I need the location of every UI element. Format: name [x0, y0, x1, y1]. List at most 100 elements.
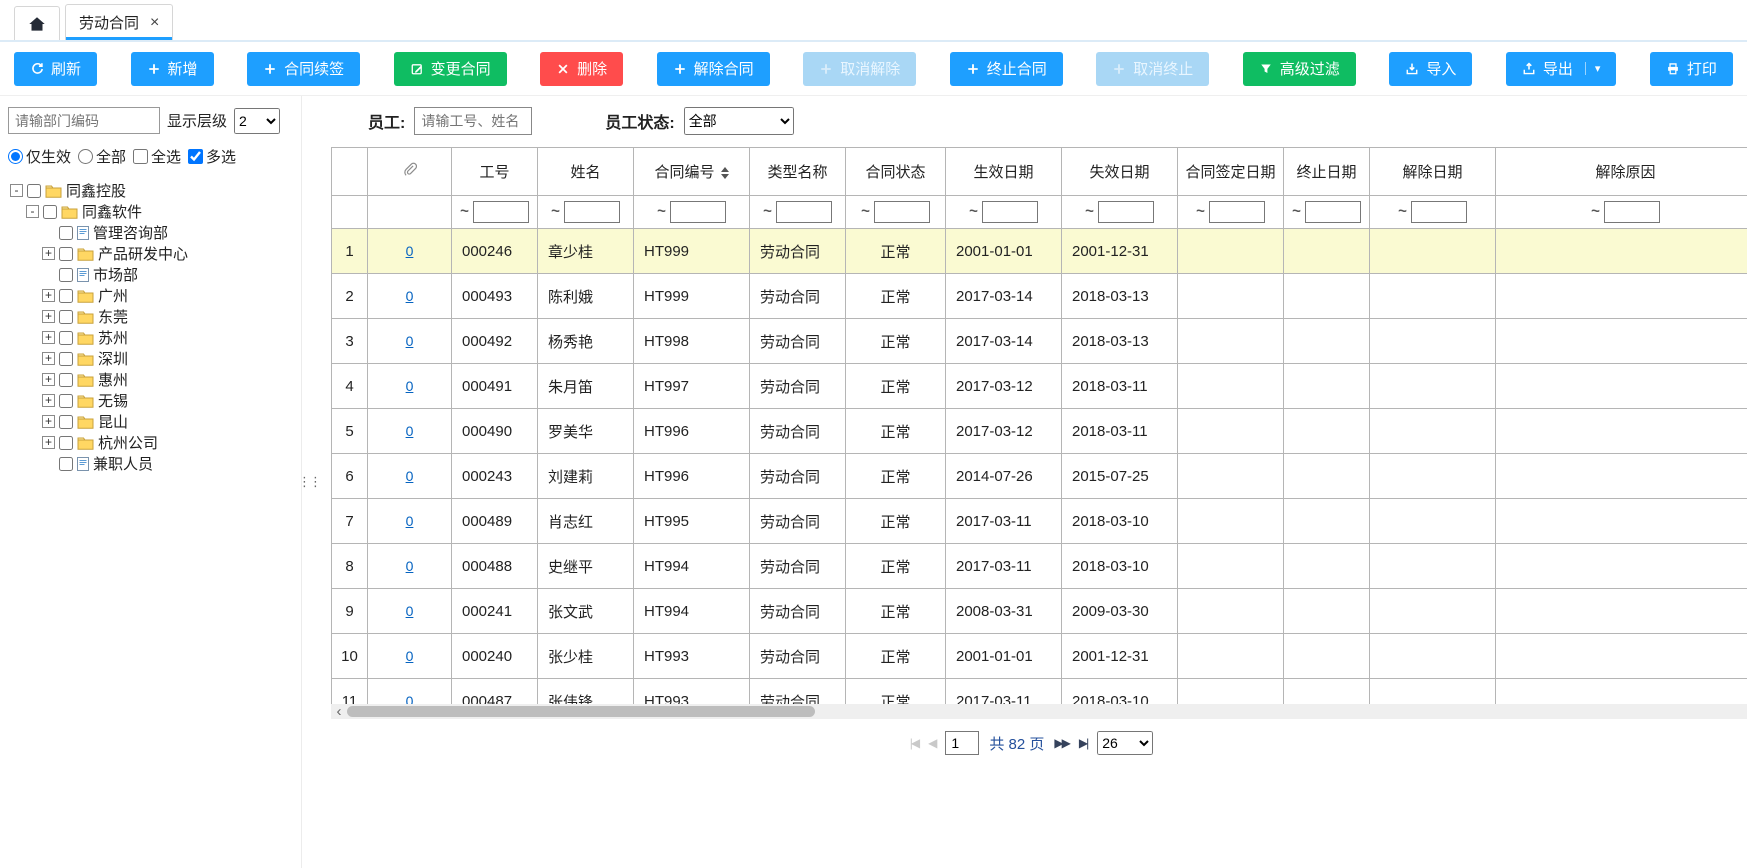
column-filter-input[interactable] — [670, 201, 726, 223]
tree-node[interactable]: -同鑫软件 — [10, 201, 295, 222]
column-filter-input[interactable] — [564, 201, 620, 223]
tab-labor-contract[interactable]: 劳动合同 × — [65, 4, 173, 40]
attachment-count-link[interactable]: 0 — [406, 333, 414, 349]
tree-node-checkbox[interactable] — [59, 373, 73, 387]
first-page-button[interactable]: |◀ — [910, 736, 918, 750]
sort-icon[interactable] — [721, 167, 729, 179]
tree-node-checkbox[interactable] — [59, 415, 73, 429]
table-row[interactable]: 10000246章少桂HT999劳动合同正常2001-01-012001-12-… — [332, 229, 1747, 274]
tree-node[interactable]: +杭州公司 — [10, 432, 295, 453]
tab-close-icon[interactable]: × — [150, 15, 159, 31]
all-radio[interactable] — [78, 149, 93, 164]
table-row[interactable]: 20000493陈利娥HT999劳动合同正常2017-03-142018-03-… — [332, 274, 1747, 319]
expand-icon[interactable]: + — [42, 394, 55, 407]
expand-icon[interactable]: + — [42, 373, 55, 386]
advanced-filter-button[interactable]: 高级过滤 — [1243, 52, 1356, 86]
tree-node[interactable]: +东莞 — [10, 306, 295, 327]
table-row[interactable]: 110000487张伟锋HT993劳动合同正常2017-03-112018-03… — [332, 679, 1747, 705]
renew-contract-button[interactable]: 合同续签 — [247, 52, 360, 86]
tree-node-checkbox[interactable] — [59, 457, 73, 471]
expand-icon[interactable]: + — [42, 331, 55, 344]
panel-splitter[interactable]: ⋮⋮ — [302, 96, 316, 868]
scrollbar-thumb[interactable] — [347, 706, 815, 717]
import-button[interactable]: 导入 — [1389, 52, 1472, 86]
expand-icon[interactable]: + — [42, 247, 55, 260]
expand-icon[interactable]: + — [42, 415, 55, 428]
tree-node-checkbox[interactable] — [43, 205, 57, 219]
attachment-count-link[interactable]: 0 — [406, 603, 414, 619]
tree-node-checkbox[interactable] — [59, 247, 73, 261]
tree-node-checkbox[interactable] — [59, 289, 73, 303]
column-filter-input[interactable] — [1098, 201, 1154, 223]
column-header-type[interactable]: 类型名称 — [750, 148, 846, 196]
column-header-sign-date[interactable]: 合同签定日期 — [1178, 148, 1284, 196]
terminate-contract-button[interactable]: 终止合同 — [950, 52, 1063, 86]
table-row[interactable]: 40000491朱月笛HT997劳动合同正常2017-03-122018-03-… — [332, 364, 1747, 409]
tree-node-checkbox[interactable] — [59, 226, 73, 240]
tree-node[interactable]: +苏州 — [10, 327, 295, 348]
attachment-count-link[interactable]: 0 — [406, 243, 414, 259]
column-filter-input[interactable] — [1604, 201, 1660, 223]
select-all-checkbox[interactable] — [133, 149, 148, 164]
tree-node-checkbox[interactable] — [59, 352, 73, 366]
tree-node-checkbox[interactable] — [59, 436, 73, 450]
tab-home[interactable] — [14, 6, 60, 40]
add-button[interactable]: 新增 — [131, 52, 214, 86]
column-filter-input[interactable] — [1305, 201, 1361, 223]
expand-icon[interactable]: + — [42, 352, 55, 365]
tree-node-checkbox[interactable] — [27, 184, 41, 198]
column-header-status[interactable]: 合同状态 — [846, 148, 946, 196]
horizontal-scrollbar[interactable]: ‹ — [331, 704, 1747, 719]
page-size-select[interactable]: 26 — [1097, 731, 1153, 755]
column-filter-input[interactable] — [776, 201, 832, 223]
refresh-button[interactable]: 刷新 — [14, 52, 97, 86]
prev-page-button[interactable]: ◀ — [928, 736, 935, 750]
tree-node[interactable]: -同鑫控股 — [10, 180, 295, 201]
tree-node[interactable]: +无锡 — [10, 390, 295, 411]
page-number-input[interactable] — [945, 731, 979, 755]
collapse-icon[interactable]: - — [26, 205, 39, 218]
tree-node-checkbox[interactable] — [59, 394, 73, 408]
attachment-count-link[interactable]: 0 — [406, 513, 414, 529]
employee-search-input[interactable] — [414, 107, 532, 135]
table-row[interactable]: 30000492杨秀艳HT998劳动合同正常2017-03-142018-03-… — [332, 319, 1747, 364]
column-filter-input[interactable] — [1411, 201, 1467, 223]
table-row[interactable]: 80000488史继平HT994劳动合同正常2017-03-112018-03-… — [332, 544, 1747, 589]
column-filter-input[interactable] — [874, 201, 930, 223]
table-row[interactable]: 70000489肖志红HT995劳动合同正常2017-03-112018-03-… — [332, 499, 1747, 544]
tree-node[interactable]: +深圳 — [10, 348, 295, 369]
column-filter-input[interactable] — [982, 201, 1038, 223]
column-header-contract-no[interactable]: 合同编号 — [634, 148, 750, 196]
column-header-terminate-date[interactable]: 终止日期 — [1284, 148, 1370, 196]
attachment-count-link[interactable]: 0 — [406, 693, 414, 705]
collapse-icon[interactable]: - — [10, 184, 23, 197]
tree-node[interactable]: +产品研发中心 — [10, 243, 295, 264]
multi-select-checkbox[interactable] — [188, 149, 203, 164]
scroll-left-icon[interactable]: ‹ — [331, 704, 347, 719]
column-header-start-date[interactable]: 生效日期 — [946, 148, 1062, 196]
expand-icon[interactable]: + — [42, 436, 55, 449]
release-contract-button[interactable]: 解除合同 — [657, 52, 770, 86]
print-button[interactable]: 打印 — [1650, 52, 1733, 86]
column-filter-input[interactable] — [1209, 201, 1265, 223]
tree-node[interactable]: 管理咨询部 — [10, 222, 295, 243]
table-row[interactable]: 90000241张文武HT994劳动合同正常2008-03-312009-03-… — [332, 589, 1747, 634]
delete-button[interactable]: 删除 — [540, 52, 623, 86]
tree-node-checkbox[interactable] — [59, 310, 73, 324]
column-header-release-reason[interactable]: 解除原因 — [1496, 148, 1747, 196]
table-row[interactable]: 60000243刘建莉HT996劳动合同正常2014-07-262015-07-… — [332, 454, 1747, 499]
level-select[interactable]: 2 — [234, 108, 280, 134]
tree-node[interactable]: +昆山 — [10, 411, 295, 432]
last-page-button[interactable]: ▶| — [1079, 736, 1087, 750]
next-page-button[interactable]: ▶▶ — [1054, 736, 1068, 750]
tree-node[interactable]: 市场部 — [10, 264, 295, 285]
column-header-end-date[interactable]: 失效日期 — [1062, 148, 1178, 196]
export-dropdown-caret[interactable]: ▾ — [1585, 62, 1601, 75]
tree-node[interactable]: 兼职人员 — [10, 453, 295, 474]
change-contract-button[interactable]: 变更合同 — [394, 52, 507, 86]
column-filter-input[interactable] — [473, 201, 529, 223]
effective-only-radio[interactable] — [8, 149, 23, 164]
attachment-count-link[interactable]: 0 — [406, 558, 414, 574]
attachment-count-link[interactable]: 0 — [406, 648, 414, 664]
tree-node-checkbox[interactable] — [59, 268, 73, 282]
